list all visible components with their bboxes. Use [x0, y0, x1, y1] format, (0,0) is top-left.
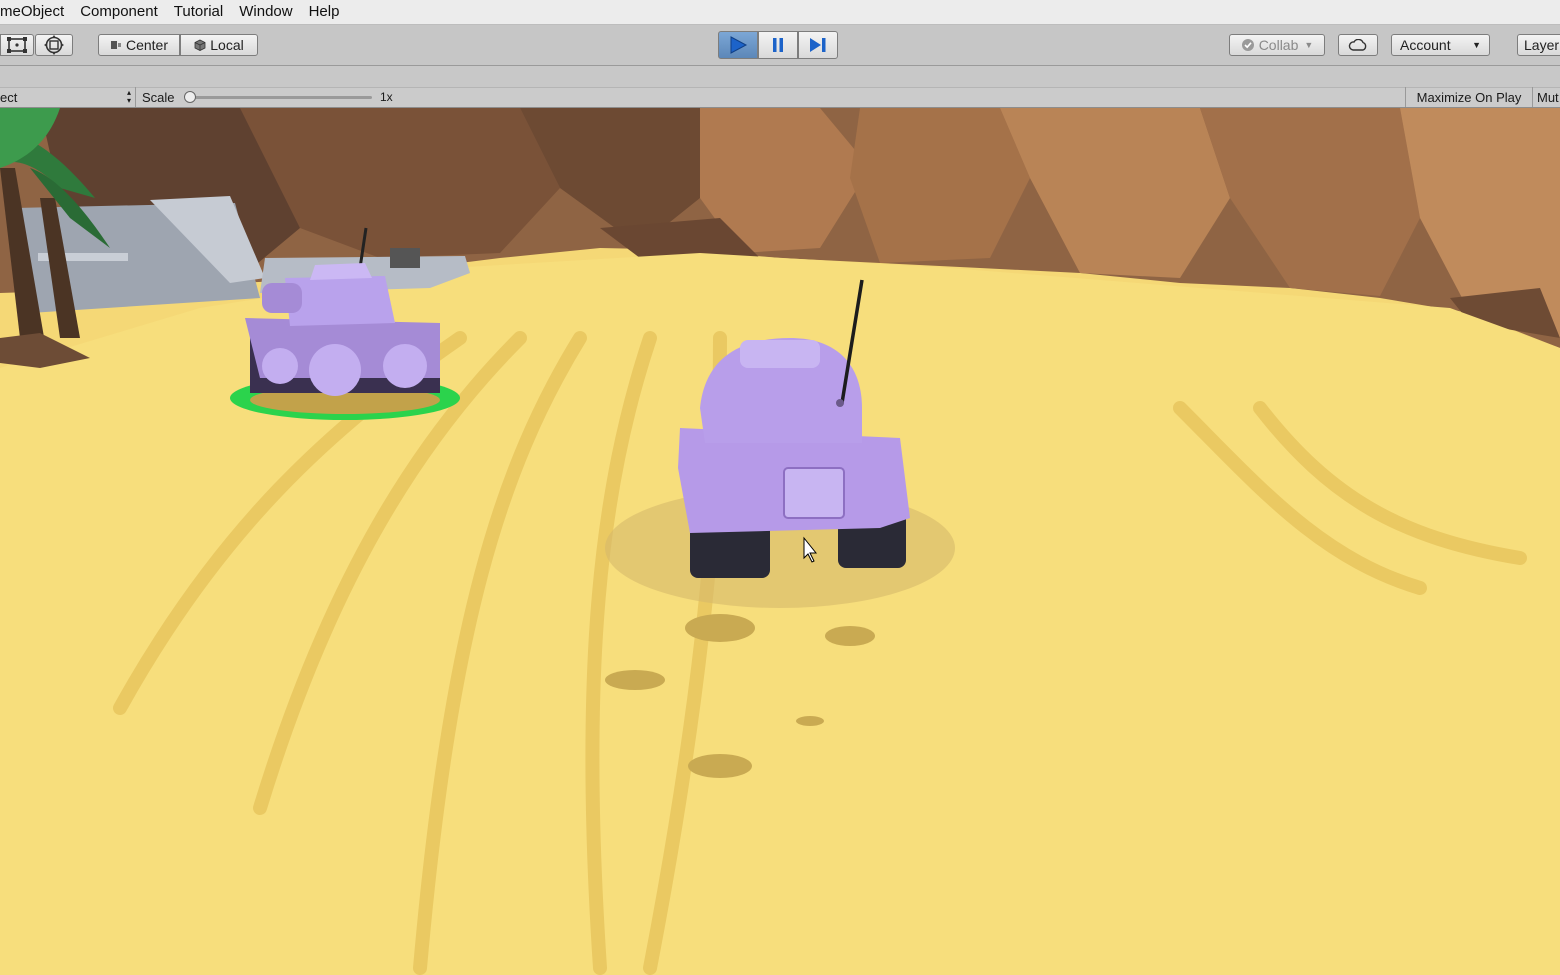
transform-tool-icon	[44, 35, 64, 55]
layers-dropdown[interactable]: Layer	[1517, 34, 1560, 56]
menu-bar: meObject Component Tutorial Window Help	[0, 0, 1560, 25]
game-tab-strip	[0, 66, 1560, 88]
play-icon	[730, 36, 748, 54]
space-local-label: Local	[210, 37, 244, 53]
collab-dropdown-arrow-icon: ▼	[1304, 40, 1314, 50]
pause-icon	[773, 38, 783, 52]
menu-component[interactable]: Component	[72, 0, 166, 24]
game-viewport[interactable]	[0, 108, 1560, 975]
maximize-on-play-toggle[interactable]: Maximize On Play	[1405, 87, 1533, 107]
mute-audio-label: Mut	[1537, 89, 1559, 105]
game-view-options: ect ▴ ▾ Scale 1x Maximize On Play Mut	[0, 87, 1560, 107]
mute-audio-toggle[interactable]: Mut	[1532, 87, 1560, 107]
menu-gameobject[interactable]: meObject	[0, 0, 72, 24]
cloud-icon	[1348, 39, 1367, 51]
layers-label: Layer	[1524, 37, 1560, 53]
account-label: Account	[1400, 37, 1451, 53]
pivot-center-button[interactable]: Center	[98, 34, 180, 56]
collab-button[interactable]: Collab ▼	[1229, 34, 1325, 56]
scale-slider-track[interactable]	[186, 96, 372, 99]
account-dropdown-arrow-icon: ▼	[1472, 40, 1481, 50]
scale-slider-thumb[interactable]	[184, 91, 196, 103]
rect-tool-icon	[7, 37, 27, 53]
space-local-button[interactable]: Local	[180, 34, 258, 56]
play-button[interactable]	[718, 31, 758, 59]
transform-tool-button[interactable]	[35, 34, 73, 56]
scale-value: 1x	[380, 90, 393, 104]
aspect-label: ect	[0, 89, 18, 105]
menu-help[interactable]: Help	[301, 0, 348, 24]
aspect-updown-icon: ▴ ▾	[126, 88, 131, 105]
maximize-on-play-label: Maximize On Play	[1416, 89, 1522, 105]
menu-tutorial[interactable]: Tutorial	[166, 0, 231, 24]
menu-window[interactable]: Window	[231, 0, 300, 24]
cloud-button[interactable]	[1338, 34, 1378, 56]
pivot-center-label: Center	[125, 37, 169, 53]
check-circle-icon	[1241, 39, 1254, 51]
collab-label: Collab	[1258, 37, 1299, 53]
rect-tool-button[interactable]	[0, 34, 34, 56]
game-view-header: ect ▴ ▾ Scale 1x Maximize On Play Mut	[0, 66, 1560, 108]
account-dropdown[interactable]: Account ▼	[1391, 34, 1490, 56]
scale-label: Scale	[142, 90, 175, 105]
pivot-icon	[110, 41, 121, 49]
step-icon	[810, 38, 826, 52]
pause-button[interactable]	[758, 31, 798, 59]
cube-icon	[194, 39, 206, 51]
step-button[interactable]	[798, 31, 838, 59]
aspect-dropdown[interactable]: ect ▴ ▾	[0, 87, 136, 107]
game-scene	[0, 108, 1560, 975]
play-controls	[718, 31, 838, 59]
